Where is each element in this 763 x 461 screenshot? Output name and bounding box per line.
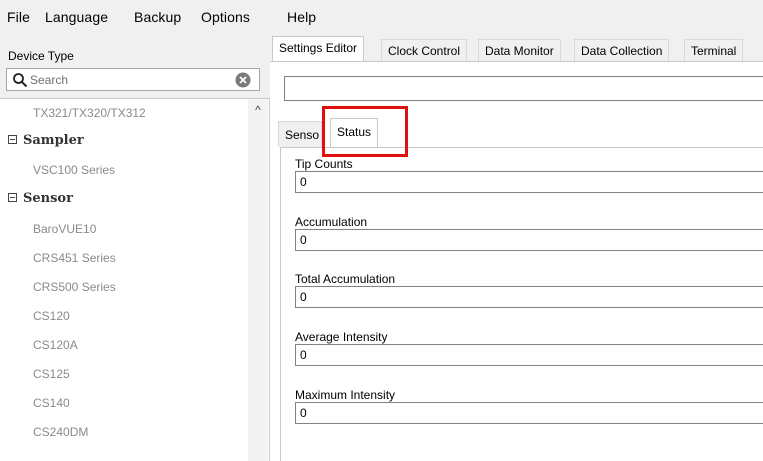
field-maximum-intensity: Maximum Intensity xyxy=(295,388,763,424)
scroll-up-arrow-icon[interactable]: ^ xyxy=(252,104,264,116)
tree-item[interactable]: CS120A xyxy=(0,331,250,359)
tree-item[interactable]: CRS500 Series xyxy=(0,273,250,301)
tab-settings-editor[interactable]: Settings Editor xyxy=(272,36,365,63)
tree-item[interactable]: VSC100 Series xyxy=(0,156,250,184)
tree-category-label: Sampler xyxy=(23,133,84,148)
settings-editor-panel: Senso Status Tip Counts Accumulation Tot… xyxy=(270,61,763,461)
field-tip-counts: Tip Counts xyxy=(295,157,763,193)
field-label: Average Intensity xyxy=(295,330,388,344)
field-label: Maximum Intensity xyxy=(295,388,396,402)
collapse-icon[interactable] xyxy=(8,135,17,144)
field-average-intensity: Average Intensity xyxy=(295,330,763,366)
field-total-accumulation: Total Accumulation xyxy=(295,272,763,308)
search-icon xyxy=(13,73,28,88)
device-type-label: Device Type xyxy=(8,49,74,63)
tab-data-monitor[interactable]: Data Monitor xyxy=(478,39,561,63)
search-box xyxy=(6,68,260,91)
tab-sensor[interactable]: Senso xyxy=(278,121,322,147)
tip-counts-field[interactable] xyxy=(295,171,763,193)
tab-status[interactable]: Status xyxy=(330,118,379,147)
menu-backup[interactable]: Backup xyxy=(134,9,181,25)
tree-category-label: Sensor xyxy=(23,191,73,206)
total-accumulation-field[interactable] xyxy=(295,286,763,308)
tree-item[interactable]: CS120 xyxy=(0,302,250,330)
field-label: Tip Counts xyxy=(295,157,353,171)
search-input[interactable] xyxy=(30,71,230,88)
tree-item[interactable]: CS240DM xyxy=(0,418,250,446)
clear-search-icon[interactable] xyxy=(235,72,251,88)
field-label: Accumulation xyxy=(295,215,368,229)
collapse-icon[interactable] xyxy=(8,193,17,202)
device-type-panel: Device Type TX321/TX320/TX312 Sampler VS… xyxy=(0,34,270,461)
status-panel: Tip Counts Accumulation Total Accumulati… xyxy=(280,147,763,461)
average-intensity-field[interactable] xyxy=(295,344,763,366)
tree-category-sampler[interactable]: Sampler xyxy=(0,127,250,155)
device-tree: TX321/TX320/TX312 Sampler VSC100 Series … xyxy=(0,98,270,461)
tree-item[interactable]: CS125 xyxy=(0,360,250,388)
accumulation-field[interactable] xyxy=(295,229,763,251)
tab-data-collection[interactable]: Data Collection xyxy=(574,39,670,63)
tab-terminal[interactable]: Terminal xyxy=(684,39,744,63)
menu-bar: File Language Backup Options Help xyxy=(0,0,763,34)
tree-item[interactable]: BaroVUE10 xyxy=(0,215,250,243)
main-tab-bar: Settings Editor Clock Control Data Monit… xyxy=(270,34,763,63)
menu-options[interactable]: Options xyxy=(201,9,250,25)
setting-path-field[interactable] xyxy=(284,76,763,101)
sub-tab-bar: Senso Status xyxy=(278,118,763,148)
tree-item[interactable]: CRS451 Series xyxy=(0,244,250,272)
tab-clock-control[interactable]: Clock Control xyxy=(381,39,468,63)
tree-item[interactable]: CS140 xyxy=(0,389,250,417)
menu-file[interactable]: File xyxy=(7,9,30,25)
tree-category-sensor[interactable]: Sensor xyxy=(0,185,250,213)
tree-item[interactable]: TX321/TX320/TX312 xyxy=(0,99,250,127)
menu-language[interactable]: Language xyxy=(45,9,108,25)
menu-help[interactable]: Help xyxy=(287,9,316,25)
field-accumulation: Accumulation xyxy=(295,215,763,251)
field-label: Total Accumulation xyxy=(295,272,396,286)
maximum-intensity-field[interactable] xyxy=(295,402,763,424)
tree-scrollbar[interactable]: ^ xyxy=(248,99,268,461)
